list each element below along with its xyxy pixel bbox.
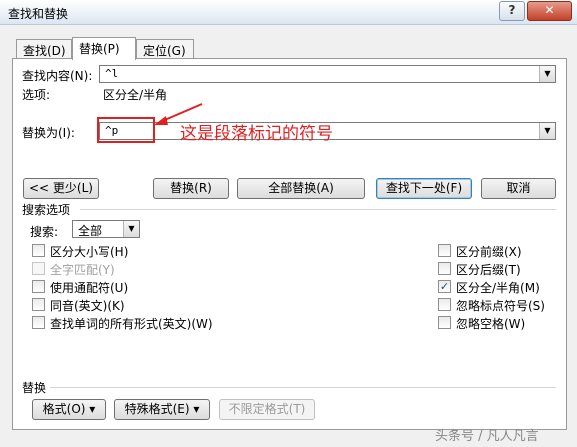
check-icon: ✓ xyxy=(439,280,450,293)
ignore-punctuation-checkbox[interactable] xyxy=(438,298,451,311)
help-button[interactable]: ? xyxy=(499,1,525,21)
search-options-group-label: 搜索选项 xyxy=(22,203,71,217)
find-value: ^l xyxy=(105,67,119,80)
match-suffix-checkbox[interactable] xyxy=(438,262,451,275)
group-divider xyxy=(80,209,556,210)
match-case-checkbox[interactable] xyxy=(32,244,45,257)
annotation-text: 这是段落标记的符号 xyxy=(180,124,333,144)
find-replace-dialog: 查找和替换 ? ✕ 查找(D) 替换(P) 定位(G) 查找内容(N): ^l … xyxy=(0,0,577,447)
find-input[interactable]: ^l ▼ xyxy=(99,65,556,83)
highlight-box xyxy=(97,117,155,143)
options-label: 选项: xyxy=(22,88,51,102)
sounds-like-checkbox[interactable] xyxy=(32,298,45,311)
tab-find[interactable]: 查找(D) xyxy=(16,39,72,59)
special-format-button[interactable]: 特殊格式(E) ▾ xyxy=(114,399,210,420)
chevron-down-icon[interactable]: ▼ xyxy=(539,123,555,139)
wildcards-label: 使用通配符(U) xyxy=(50,281,129,295)
title-bar: 查找和替换 ? ✕ xyxy=(0,0,577,25)
word-forms-label: 查找单词的所有形式(英文)(W) xyxy=(50,317,213,331)
match-width-label: 区分全/半角(M) xyxy=(456,281,540,295)
cancel-button[interactable]: 取消 xyxy=(481,178,556,199)
chevron-down-icon[interactable]: ▼ xyxy=(539,66,555,82)
whole-word-checkbox[interactable] xyxy=(32,262,45,275)
tab-goto[interactable]: 定位(G) xyxy=(136,39,194,59)
tab-replace[interactable]: 替换(P) xyxy=(72,37,136,60)
match-width-checkbox[interactable]: ✓ xyxy=(438,280,451,293)
ignore-space-label: 忽略空格(W) xyxy=(456,317,526,331)
match-prefix-label: 区分前缀(X) xyxy=(456,245,522,259)
watermark: 头条号 / 凡人凡言 xyxy=(435,429,539,444)
replace-button[interactable]: 替换(R) xyxy=(153,178,229,199)
replace-all-button[interactable]: 全部替换(A) xyxy=(237,178,365,199)
whole-word-label: 全字匹配(Y) xyxy=(50,263,115,277)
replace-section-label: 替换 xyxy=(22,381,47,395)
window-title: 查找和替换 xyxy=(8,7,69,21)
ignore-space-checkbox[interactable] xyxy=(438,316,451,329)
chevron-down-icon[interactable]: ▼ xyxy=(123,221,139,237)
match-prefix-checkbox[interactable] xyxy=(438,244,451,257)
sounds-like-label: 同音(英文)(K) xyxy=(50,299,125,313)
no-formatting-button[interactable]: 不限定格式(T) xyxy=(219,399,315,420)
find-next-button[interactable]: 查找下一处(F) xyxy=(376,178,472,199)
find-label: 查找内容(N): xyxy=(22,69,93,83)
replace-label: 替换为(I): xyxy=(22,126,75,140)
match-suffix-label: 区分后缀(T) xyxy=(456,263,521,277)
search-scope-select[interactable]: 全部 ▼ xyxy=(72,220,140,238)
less-button[interactable]: << 更少(L) xyxy=(23,178,99,199)
ignore-punctuation-label: 忽略标点符号(S) xyxy=(456,299,545,313)
match-case-label: 区分大小写(H) xyxy=(50,245,129,259)
close-button[interactable]: ✕ xyxy=(527,1,572,21)
replace-section-divider xyxy=(50,387,556,388)
search-scope-label: 搜索: xyxy=(30,225,59,239)
wildcards-checkbox[interactable] xyxy=(32,280,45,293)
format-button[interactable]: 格式(O) ▾ xyxy=(32,399,106,420)
word-forms-checkbox[interactable] xyxy=(32,316,45,329)
search-scope-value: 全部 xyxy=(78,224,103,238)
